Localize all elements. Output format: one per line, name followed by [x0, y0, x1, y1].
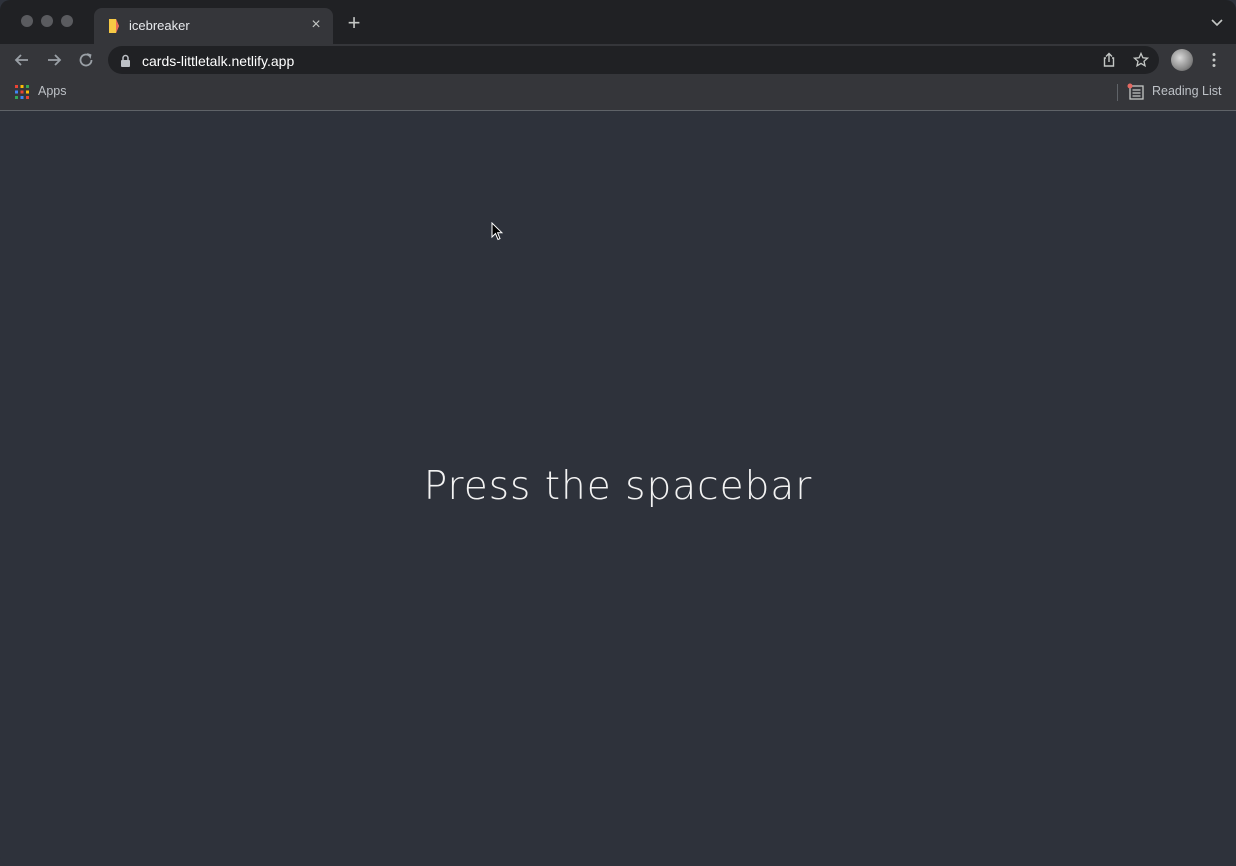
favicon-icon: [109, 19, 119, 33]
spacebar-prompt: Press the spacebar: [423, 464, 813, 509]
more-menu-icon[interactable]: [1207, 52, 1221, 68]
share-icon[interactable]: [1101, 52, 1117, 68]
tab-close-icon[interactable]: ×: [307, 16, 325, 34]
bookmark-divider: [1117, 84, 1118, 101]
close-window-button[interactable]: [21, 15, 33, 27]
tab-title: icebreaker: [129, 18, 190, 33]
apps-bookmark[interactable]: Apps: [38, 84, 67, 98]
tab-strip: icebreaker × +: [0, 0, 1236, 44]
zoom-window-button[interactable]: [61, 15, 73, 27]
profile-avatar[interactable]: [1171, 49, 1193, 71]
reading-list-button[interactable]: Reading List: [1152, 84, 1222, 98]
back-arrow-icon[interactable]: [12, 50, 32, 70]
bookmarks-bar: Apps Reading List: [0, 77, 1236, 111]
browser-toolbar: cards-littletalk.netlify.app: [0, 44, 1236, 77]
url-text: cards-littletalk.netlify.app: [142, 53, 295, 69]
page-content[interactable]: Press the spacebar: [0, 111, 1236, 866]
window-controls: [21, 15, 73, 27]
minimize-window-button[interactable]: [41, 15, 53, 27]
tab-list-chevron-icon[interactable]: [1210, 16, 1224, 30]
lock-icon[interactable]: [120, 54, 131, 67]
mouse-cursor-icon: [491, 222, 503, 241]
browser-window: icebreaker × + cards-littletalk.netlify.…: [0, 0, 1236, 866]
apps-grid-icon[interactable]: [15, 85, 29, 99]
tab-icebreaker[interactable]: icebreaker ×: [94, 8, 333, 44]
star-icon[interactable]: [1133, 52, 1149, 68]
address-bar[interactable]: cards-littletalk.netlify.app: [108, 46, 1159, 74]
reload-icon[interactable]: [76, 50, 96, 70]
forward-arrow-icon[interactable]: [44, 50, 64, 70]
reading-list-icon[interactable]: [1127, 83, 1144, 100]
new-tab-button[interactable]: +: [344, 12, 364, 34]
